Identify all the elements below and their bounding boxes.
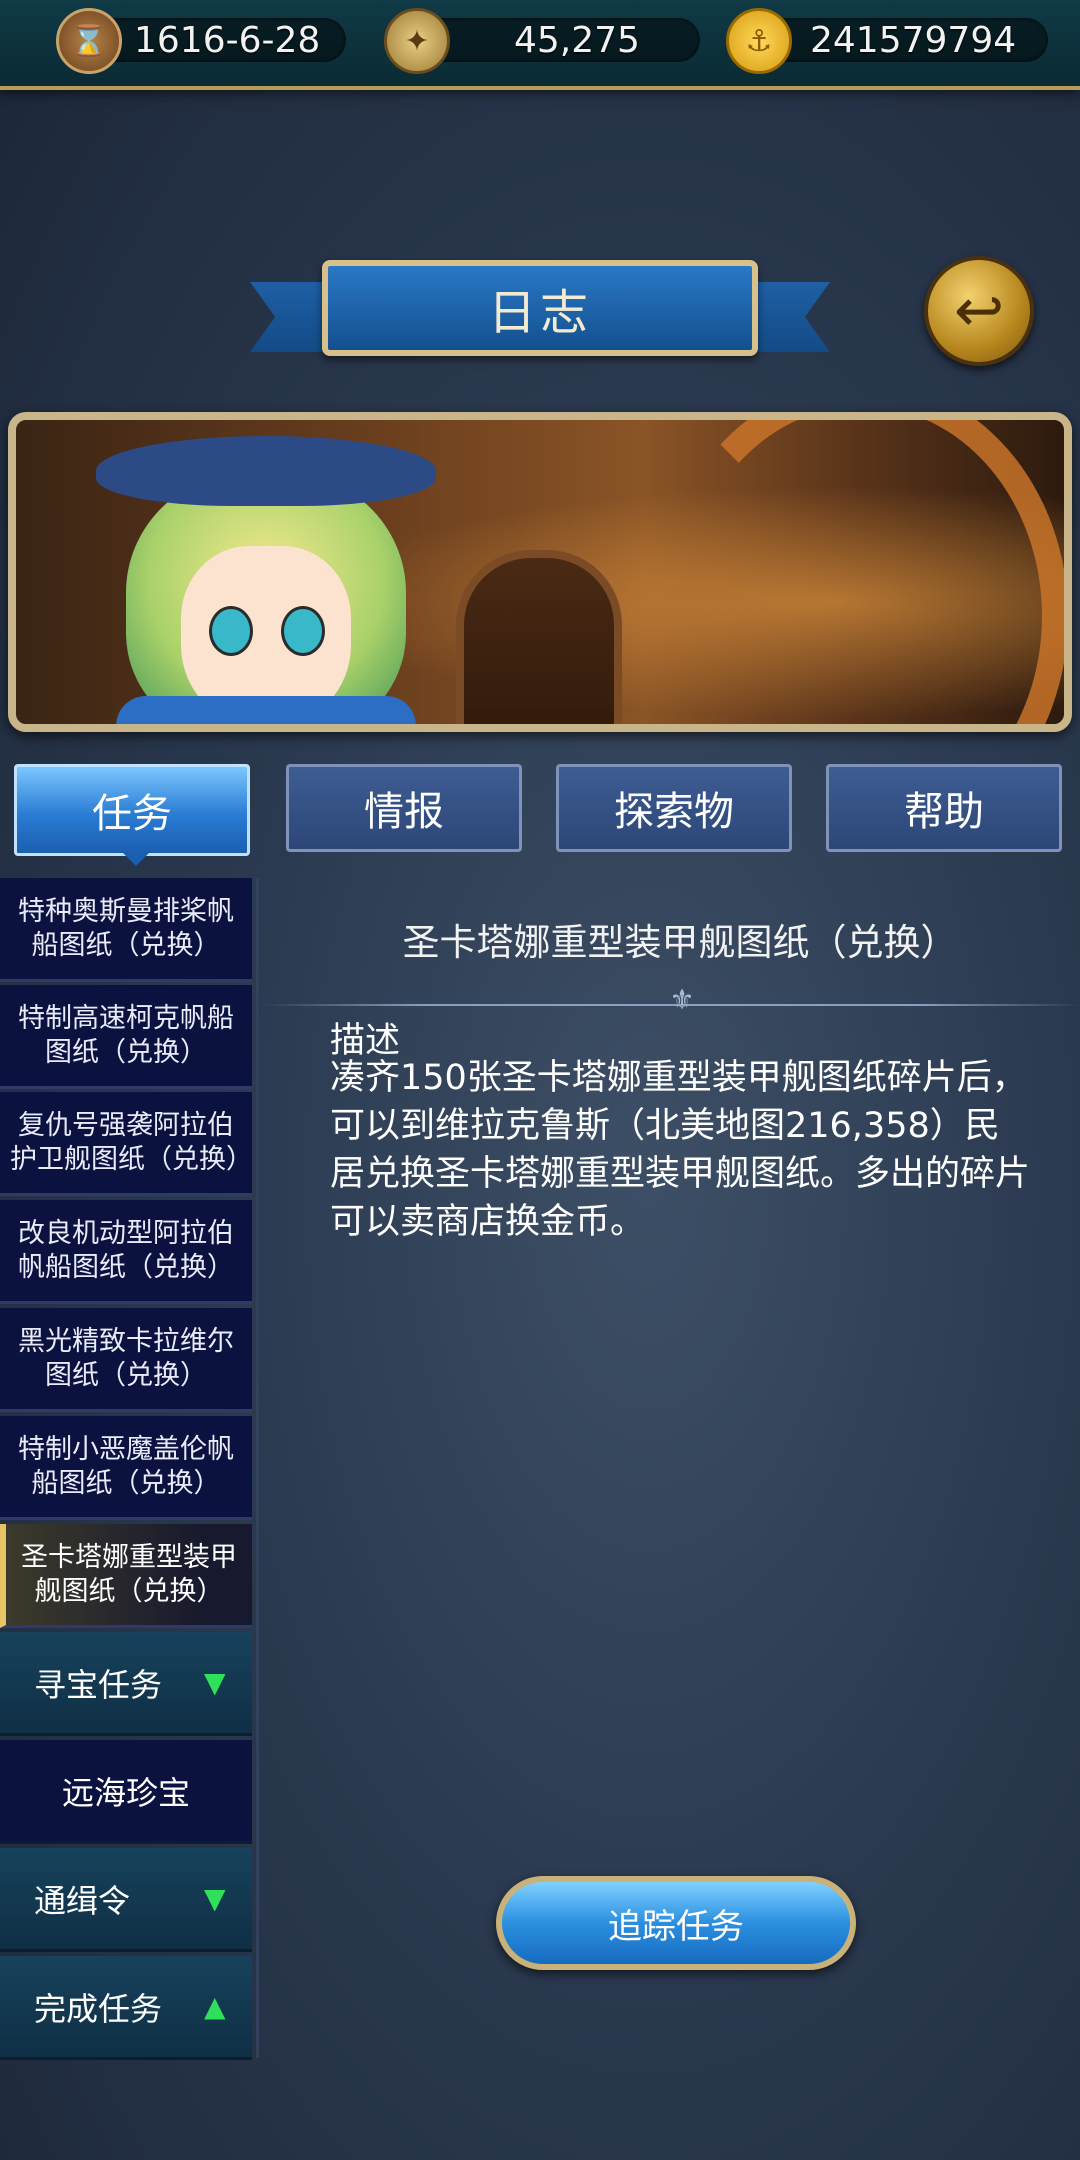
divider-ornament-icon: ⚜ <box>669 983 695 1016</box>
character-hat <box>96 436 436 506</box>
quest-item-selected[interactable]: 圣卡塔娜重型装甲舰图纸（兑换） <box>0 1524 252 1628</box>
quest-item[interactable]: 黑光精致卡拉维尔图纸（兑换） <box>0 1308 252 1412</box>
expand-arrow-icon: ▼ <box>204 1666 226 1699</box>
hourglass-icon: ⌛ <box>56 8 122 74</box>
category-deep-sea-treasure[interactable]: 远海珍宝 <box>0 1740 252 1844</box>
scene-panel <box>8 412 1072 732</box>
gold-value: 241579794 <box>810 20 1017 61</box>
category-treasure-hunt[interactable]: 寻宝任务 ▼ <box>0 1632 252 1736</box>
category-label: 寻宝任务 <box>34 1665 163 1704</box>
track-quest-button[interactable]: 追踪任务 <box>496 1876 856 1970</box>
category-label: 通缉令 <box>34 1881 131 1920</box>
status-bar: ⌛ 1616-6-28 ✦ 45,275 ⚓ 241579794 <box>0 0 1080 90</box>
character-portrait <box>76 420 436 724</box>
description-text: 凑齐150张圣卡塔娜重型装甲舰图纸碎片后，可以到维拉克鲁斯（北美地图216,35… <box>330 1058 1031 1242</box>
character-cloak <box>116 696 416 724</box>
tab-help[interactable]: 帮助 <box>826 764 1062 852</box>
character-eye-left <box>209 606 253 656</box>
page-title: 日志 <box>322 260 758 356</box>
category-label: 完成任务 <box>34 1989 163 2028</box>
tab-intel[interactable]: 情报 <box>286 764 522 852</box>
expand-arrow-icon: ▼ <box>204 1882 226 1915</box>
compass-value: 45,275 <box>514 20 640 61</box>
title-banner: 日志 <box>250 252 830 372</box>
staircase-illustration <box>656 420 1064 724</box>
character-eye-right <box>281 606 325 656</box>
back-button[interactable]: ↩ <box>924 256 1034 366</box>
category-label: 远海珍宝 <box>61 1773 190 1812</box>
date-stat: ⌛ 1616-6-28 <box>56 8 346 74</box>
date-value: 1616-6-28 <box>134 20 321 61</box>
category-completed[interactable]: 完成任务 ▲ <box>0 1956 252 2060</box>
quest-item[interactable]: 复仇号强袭阿拉伯护卫舰图纸（兑换） <box>0 1092 253 1196</box>
compass-stat: ✦ 45,275 <box>384 8 700 74</box>
gold-stat: ⚓ 241579794 <box>726 8 1048 74</box>
gold-coin-icon: ⚓ <box>726 8 792 74</box>
compass-icon: ✦ <box>384 8 450 74</box>
active-tab-pointer <box>122 852 150 866</box>
quest-list: 特种奥斯曼排桨帆船图纸（兑换） 特制高速柯克帆船图纸（兑换） 复仇号强袭阿拉伯护… <box>0 878 259 2060</box>
quest-item[interactable]: 特种奥斯曼排桨帆船图纸（兑换） <box>0 878 252 982</box>
collapse-arrow-icon: ▲ <box>204 1990 226 2023</box>
quest-detail-title: 圣卡塔娜重型装甲舰图纸（兑换） <box>402 921 958 964</box>
back-arrow-icon: ↩ <box>953 276 1005 346</box>
quest-item[interactable]: 特制高速柯克帆船图纸（兑换） <box>0 985 252 1089</box>
category-wanted[interactable]: 通缉令 ▼ <box>0 1848 252 1952</box>
tab-tasks[interactable]: 任务 <box>14 764 250 856</box>
tab-discoveries[interactable]: 探索物 <box>556 764 792 852</box>
quest-item[interactable]: 特制小恶魔盖伦帆船图纸（兑换） <box>0 1416 252 1520</box>
quest-item[interactable]: 改良机动型阿拉伯帆船图纸（兑换） <box>0 1200 252 1304</box>
door-illustration <box>456 550 622 724</box>
